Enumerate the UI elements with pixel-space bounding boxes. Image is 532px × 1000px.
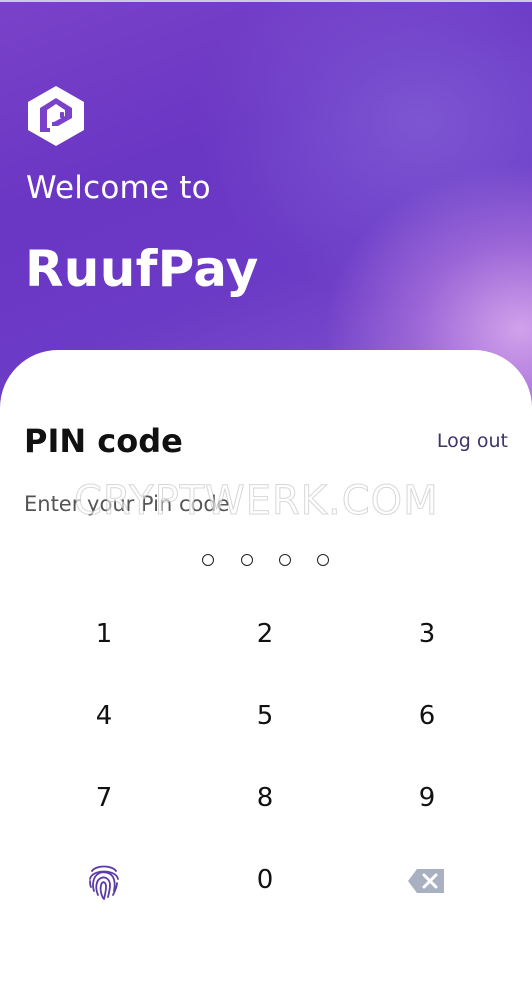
backspace-icon — [407, 865, 447, 895]
pin-dot — [317, 554, 329, 566]
key-4[interactable]: 4 — [44, 686, 164, 746]
pin-indicator — [200, 554, 340, 572]
key-1[interactable]: 1 — [44, 604, 164, 664]
fingerprint-button[interactable] — [44, 850, 164, 910]
welcome-text: Welcome to — [26, 170, 211, 206]
key-8[interactable]: 8 — [205, 768, 325, 828]
backspace-button[interactable] — [367, 850, 487, 910]
key-0[interactable]: 0 — [205, 850, 325, 910]
page-title: PIN code — [24, 422, 183, 460]
logout-link[interactable]: Log out — [437, 430, 508, 452]
key-3[interactable]: 3 — [367, 604, 487, 664]
pin-screen: Welcome to RuufPay PIN code Log out Ente… — [0, 0, 532, 1000]
fingerprint-icon — [86, 865, 122, 900]
key-7[interactable]: 7 — [44, 768, 164, 828]
pin-dot — [279, 554, 291, 566]
key-5[interactable]: 5 — [205, 686, 325, 746]
ruufpay-logo-icon — [24, 84, 88, 148]
pin-instruction: Enter your Pin code — [24, 492, 230, 516]
pin-dot — [241, 554, 253, 566]
key-2[interactable]: 2 — [205, 604, 325, 664]
key-6[interactable]: 6 — [367, 686, 487, 746]
brand-name: RuufPay — [25, 240, 259, 298]
pin-dot — [202, 554, 214, 566]
top-edge-line — [0, 0, 532, 2]
key-9[interactable]: 9 — [367, 768, 487, 828]
